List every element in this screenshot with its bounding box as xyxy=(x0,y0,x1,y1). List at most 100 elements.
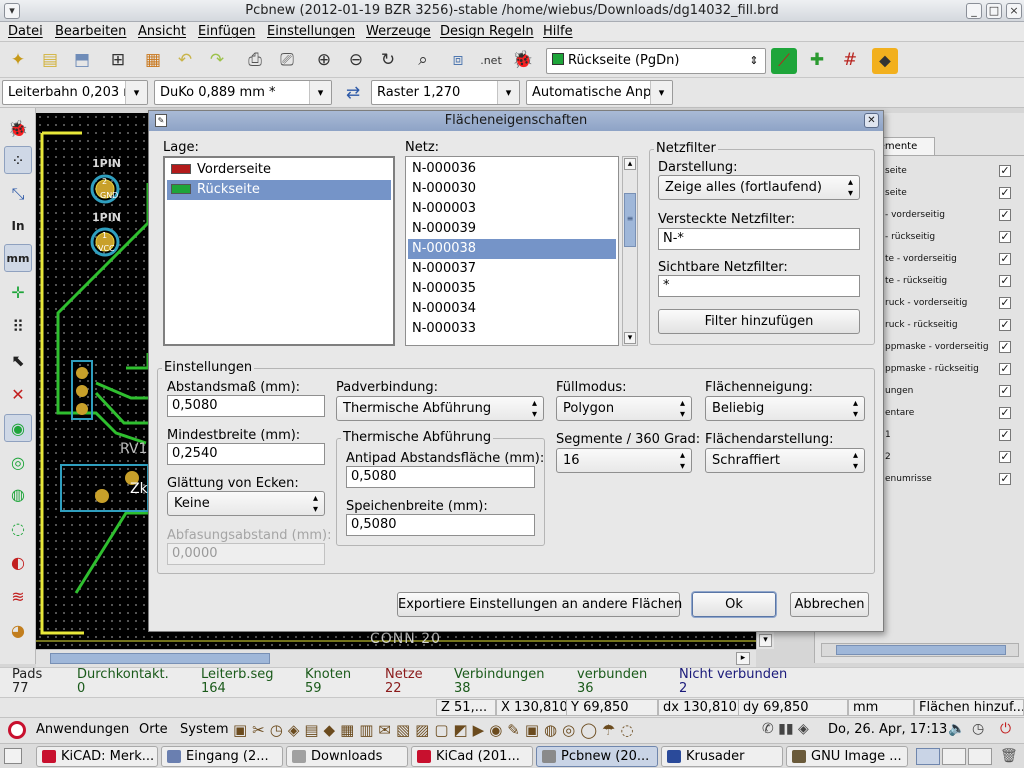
visibility-checkbox[interactable]: ✓ xyxy=(999,187,1011,199)
clock[interactable]: Do, 26. Apr, 17:13 xyxy=(828,722,947,737)
workspace-2[interactable] xyxy=(942,748,966,765)
plot-icon[interactable]: ⎚ xyxy=(274,47,300,73)
layer-item-vorderseite[interactable]: Vorderseite xyxy=(167,160,391,180)
layer-visibility-row[interactable]: seite ✓ xyxy=(885,182,1024,204)
zoom-in-icon[interactable]: ⊕ xyxy=(311,47,337,73)
layer-visibility-row[interactable]: ruck - vorderseitig ✓ xyxy=(885,292,1024,314)
undo-icon[interactable]: ↶ xyxy=(172,47,198,73)
layer-visibility-row[interactable]: - rückseitig ✓ xyxy=(885,226,1024,248)
volume-icon[interactable]: 🔈 xyxy=(948,721,965,737)
layer-visibility-row[interactable]: te - vorderseitig ✓ xyxy=(885,248,1024,270)
drc-off-icon[interactable]: 🐞 xyxy=(4,114,32,142)
visibility-checkbox[interactable]: ✓ xyxy=(999,275,1011,287)
trash-icon[interactable]: 🗑 xyxy=(1000,748,1018,764)
layer-visibility-row[interactable]: ppmaske - rückseitig ✓ xyxy=(885,358,1024,380)
zones-disable-icon[interactable]: ◎ xyxy=(4,448,32,476)
canvas-hscroll[interactable]: ▸ xyxy=(36,649,756,667)
export-settings-button[interactable]: Exportiere Einstellungen an andere Fläch… xyxy=(397,592,682,617)
hidden-filter-input[interactable]: N-* xyxy=(658,228,860,250)
zones-outline-icon[interactable]: ◍ xyxy=(4,480,32,508)
fill-mode-select[interactable]: Polygon ▴ ▾ xyxy=(556,396,692,421)
vias-sketch-icon[interactable]: ◐ xyxy=(4,548,32,576)
min-width-input[interactable]: 0,2540 xyxy=(167,443,325,465)
drc-icon[interactable]: 🐞 xyxy=(510,47,536,73)
visibility-checkbox[interactable]: ✓ xyxy=(999,407,1011,419)
menu-hilfe[interactable]: Hilfe xyxy=(543,24,573,39)
clearance-input[interactable]: 0,5080 xyxy=(167,395,325,417)
visibility-checkbox[interactable]: ✓ xyxy=(999,385,1011,397)
layer-visibility-row[interactable]: seite ✓ xyxy=(885,160,1024,182)
tray-icons[interactable]: ✆ ▮▮ ◈ xyxy=(762,721,809,737)
tracks-sketch-icon[interactable]: ≋ xyxy=(4,582,32,610)
visibility-checkbox[interactable]: ✓ xyxy=(999,297,1011,309)
pad-connection-select[interactable]: Thermische Abführung ▴ ▾ xyxy=(336,396,544,421)
taskbar-button[interactable]: Pcbnew (20... xyxy=(536,746,658,767)
menu-anwendungen[interactable]: Anwendungen xyxy=(36,722,129,737)
show-desktop-icon[interactable] xyxy=(4,748,22,764)
menu-system[interactable]: System xyxy=(180,722,228,737)
new-board-icon[interactable]: ✦ xyxy=(5,47,31,73)
mm-units-icon[interactable]: mm xyxy=(4,244,32,272)
layer-visibility-row[interactable]: ungen ✓ xyxy=(885,380,1024,402)
taskbar-button[interactable]: Downloads xyxy=(286,746,408,767)
net-item[interactable]: N-000038 xyxy=(408,239,616,259)
segments-select[interactable]: 16 ▴ ▾ xyxy=(556,448,692,473)
taskbar-button[interactable]: GNU Image ... xyxy=(786,746,908,767)
net-item[interactable]: N-000003 xyxy=(408,199,616,219)
layer-listbox[interactable]: Vorderseite Rückseite xyxy=(163,156,395,346)
smoothing-select[interactable]: Keine ▴ ▾ xyxy=(167,491,325,516)
net-listbox[interactable]: N-000036 N-000030 N-000003 N-000039 N-000038… xyxy=(405,156,619,346)
workspace-1[interactable] xyxy=(916,748,940,765)
visibility-checkbox[interactable]: ✓ xyxy=(999,429,1011,441)
autoroute-icon[interactable]: ✚ xyxy=(804,47,830,73)
inch-units-icon[interactable]: In xyxy=(4,212,32,240)
ok-button[interactable]: Ok xyxy=(692,592,776,617)
layer-item-rueckseite[interactable]: Rückseite xyxy=(167,180,391,200)
power-icon[interactable]: ⏻ xyxy=(1000,721,1011,737)
layer-visibility-row[interactable]: 2 ✓ xyxy=(885,446,1024,468)
layer-visibility-row[interactable]: 1 ✓ xyxy=(885,424,1024,446)
zoom-select[interactable]: Automatische Anp ▾ xyxy=(526,80,673,105)
show-zones-icon[interactable]: ◉ xyxy=(4,414,32,442)
net-scroll-thumb[interactable]: ≡ xyxy=(624,193,636,247)
close-icon[interactable]: × xyxy=(1006,3,1022,19)
menu-werkzeuge[interactable]: Werzeuge xyxy=(366,24,431,39)
layer-pair-icon[interactable]: ⟋ xyxy=(771,48,797,74)
visibility-checkbox[interactable]: ✓ xyxy=(999,209,1011,221)
track-grid-icon[interactable]: # xyxy=(837,47,863,73)
workspace-3[interactable] xyxy=(968,748,992,765)
zoom-fit-icon[interactable]: ⌕ xyxy=(410,47,436,73)
layers-panel-scroll-thumb[interactable] xyxy=(836,645,1006,655)
menu-bearbeiten[interactable]: Bearbeiten xyxy=(55,24,126,39)
net-item[interactable]: N-000034 xyxy=(408,299,616,319)
layer-select[interactable]: Rückseite (PgDn) ⇕ xyxy=(546,48,766,74)
via-size-select[interactable]: DuKo 0,889 mm * ▾ xyxy=(154,80,332,105)
layer-visibility-row[interactable]: ruck - rückseitig ✓ xyxy=(885,314,1024,336)
print-icon[interactable]: ⎙ xyxy=(242,47,268,73)
net-item[interactable]: N-000035 xyxy=(408,279,616,299)
pads-sketch-icon[interactable]: ◌ xyxy=(4,514,32,542)
antipad-input[interactable]: 0,5080 xyxy=(346,466,535,488)
cursor-shape-icon[interactable]: ✛ xyxy=(4,278,32,306)
outline-style-select[interactable]: Schraffiert ▴ ▾ xyxy=(705,448,865,473)
menu-ansicht[interactable]: Ansicht xyxy=(138,24,186,39)
layer-visibility-row[interactable]: enumrisse ✓ xyxy=(885,468,1024,490)
auto-place-icon[interactable]: ⬥ xyxy=(872,48,898,74)
visibility-checkbox[interactable]: ✓ xyxy=(999,363,1011,375)
net-item[interactable]: N-000030 xyxy=(408,179,616,199)
layer-visibility-row[interactable]: ppmaske - vorderseitig ✓ xyxy=(885,336,1024,358)
spoke-width-input[interactable]: 0,5080 xyxy=(346,514,535,536)
maximize-icon[interactable]: □ xyxy=(986,3,1002,19)
net-scroll-up-icon[interactable]: ▴ xyxy=(624,158,636,170)
menu-einfuegen[interactable]: Einfügen xyxy=(198,24,255,39)
visibility-checkbox[interactable]: ✓ xyxy=(999,341,1011,353)
taskbar-button[interactable]: KiCAD: Merk... xyxy=(36,746,158,767)
redo-icon[interactable]: ↷ xyxy=(204,47,230,73)
find-icon[interactable]: ⧈ xyxy=(445,47,471,73)
visibility-checkbox[interactable]: ✓ xyxy=(999,319,1011,331)
polar-coords-icon[interactable]: ⤡ xyxy=(4,180,32,208)
layer-visibility-row[interactable]: entare ✓ xyxy=(885,402,1024,424)
taskbar-button[interactable]: Eingang (2... xyxy=(161,746,283,767)
save-board-icon[interactable]: ⬒ xyxy=(69,47,95,73)
net-item[interactable]: N-000037 xyxy=(408,259,616,279)
